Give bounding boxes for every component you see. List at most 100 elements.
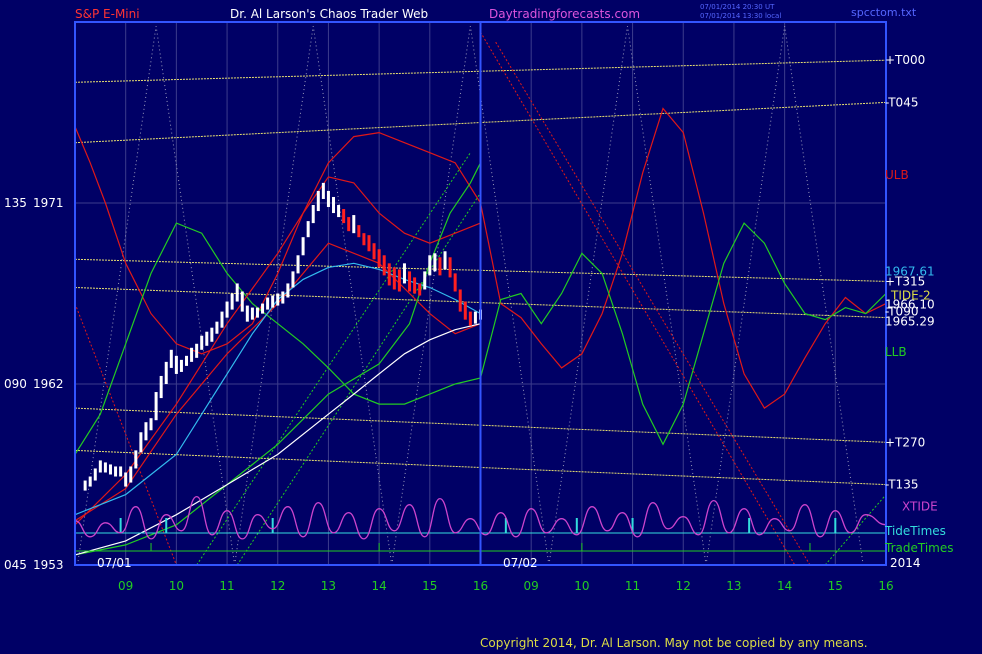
y-axis-angle-label: 045 bbox=[4, 558, 27, 572]
price-bar bbox=[144, 422, 148, 441]
chart-svg: 135 1971 090 1962 045 1953 09 10 11 12 13 14 15 16 09 1… bbox=[0, 0, 982, 650]
x-tick-label: 14 bbox=[371, 579, 386, 593]
price-bar bbox=[276, 293, 280, 306]
x-tick-label: 11 bbox=[219, 579, 234, 593]
right-label: +T270 bbox=[885, 435, 925, 449]
year-label: 2014 bbox=[890, 556, 921, 570]
y-axis-price-label: 1953 bbox=[33, 558, 64, 572]
price-bar bbox=[281, 291, 285, 304]
price-bar bbox=[392, 267, 396, 290]
price-bar bbox=[296, 255, 300, 274]
x-tick-label: 12 bbox=[676, 579, 691, 593]
right-label: 1965.29 bbox=[885, 315, 935, 329]
price-bar bbox=[215, 321, 219, 334]
price-bar bbox=[149, 418, 153, 431]
x-tick-label: 14 bbox=[777, 579, 792, 593]
price-bar bbox=[382, 255, 386, 276]
x-tick-label: 13 bbox=[321, 579, 336, 593]
right-label: +T315 bbox=[885, 274, 925, 288]
price-bar bbox=[377, 249, 381, 268]
price-bar bbox=[362, 233, 366, 246]
right-label: ULB bbox=[885, 168, 909, 182]
price-bar bbox=[448, 257, 452, 278]
price-bar bbox=[240, 291, 244, 312]
price-bar bbox=[129, 466, 133, 483]
site-label: Daytradingforecasts.com bbox=[489, 7, 640, 21]
price-bar bbox=[332, 196, 336, 214]
x-tick-label: 10 bbox=[169, 579, 184, 593]
price-bar bbox=[301, 237, 305, 256]
x-tick-label: 16 bbox=[878, 579, 893, 593]
price-bar bbox=[245, 305, 249, 322]
price-bar bbox=[98, 460, 102, 473]
right-label: +T000 bbox=[885, 53, 925, 67]
x-tick-label: 13 bbox=[726, 579, 741, 593]
x-tick-label: 09 bbox=[524, 579, 539, 593]
price-bar bbox=[230, 293, 234, 310]
price-bar bbox=[261, 303, 265, 314]
price-bar bbox=[397, 269, 401, 292]
price-bar bbox=[185, 355, 189, 366]
price-bar bbox=[337, 205, 341, 218]
price-bar bbox=[428, 255, 432, 276]
price-bar bbox=[164, 361, 168, 384]
price-bar bbox=[266, 297, 270, 310]
x-tick-label: 11 bbox=[625, 579, 640, 593]
price-bar bbox=[179, 359, 183, 372]
price-bar bbox=[372, 243, 376, 260]
timestamp-local: 07/01/2014 13:30 local bbox=[700, 12, 781, 20]
price-bar bbox=[408, 271, 412, 292]
y-axis-angle-label: 090 bbox=[4, 377, 27, 391]
price-bar bbox=[124, 472, 128, 487]
price-bar bbox=[321, 182, 325, 199]
date-label-day2: 07/02 bbox=[503, 556, 538, 570]
copyright-notice: Copyright 2014, Dr. Al Larson. May not b… bbox=[480, 636, 868, 650]
price-bar bbox=[83, 480, 87, 491]
price-bar bbox=[210, 327, 214, 342]
price-bar bbox=[271, 295, 275, 308]
y-axis-price-label: 1962 bbox=[33, 377, 64, 391]
price-bar bbox=[413, 277, 417, 294]
right-label: LLB bbox=[885, 345, 907, 359]
x-tick-label: 15 bbox=[828, 579, 843, 593]
price-bar bbox=[174, 355, 178, 374]
right-label: TideTimes bbox=[884, 524, 946, 538]
chaos-trader-chart: 135 1971 090 1962 045 1953 09 10 11 12 13 14 15 16 09 1… bbox=[0, 0, 982, 650]
price-bar bbox=[311, 205, 315, 224]
y-axis-price-label: 1971 bbox=[33, 196, 64, 210]
price-bar bbox=[250, 307, 254, 320]
price-bar bbox=[108, 464, 112, 475]
timestamp-ut: 07/01/2014 20:30 UT bbox=[700, 3, 775, 11]
price-bar bbox=[347, 217, 351, 232]
price-bar bbox=[154, 392, 158, 421]
price-bar bbox=[458, 289, 462, 312]
data-file-label: spcctom.txt bbox=[851, 6, 917, 19]
price-bar bbox=[418, 283, 422, 296]
price-bar bbox=[291, 271, 295, 288]
x-tick-label: 10 bbox=[574, 579, 589, 593]
price-bar bbox=[402, 263, 406, 284]
price-bar bbox=[159, 375, 163, 399]
price-bar bbox=[119, 466, 123, 477]
price-bar bbox=[342, 209, 346, 224]
right-label: -T045 bbox=[885, 95, 918, 109]
price-bar bbox=[114, 466, 118, 477]
price-bar bbox=[134, 450, 138, 469]
price-bar bbox=[438, 257, 442, 276]
right-label: XTIDE bbox=[902, 500, 938, 514]
price-bar bbox=[453, 273, 457, 292]
x-tick-label: 16 bbox=[473, 579, 488, 593]
price-bar bbox=[468, 311, 472, 326]
price-bar bbox=[169, 349, 173, 368]
price-bar bbox=[225, 301, 229, 318]
right-label: TradeTimes bbox=[884, 541, 953, 555]
price-bar bbox=[220, 311, 224, 328]
price-bar bbox=[473, 311, 477, 324]
price-bar bbox=[139, 432, 143, 453]
price-bar bbox=[463, 301, 467, 320]
price-bar bbox=[443, 251, 447, 270]
date-label-day1: 07/01 bbox=[97, 556, 132, 570]
price-bar bbox=[367, 235, 371, 252]
price-bar bbox=[352, 215, 356, 234]
x-tick-label: 12 bbox=[270, 579, 285, 593]
